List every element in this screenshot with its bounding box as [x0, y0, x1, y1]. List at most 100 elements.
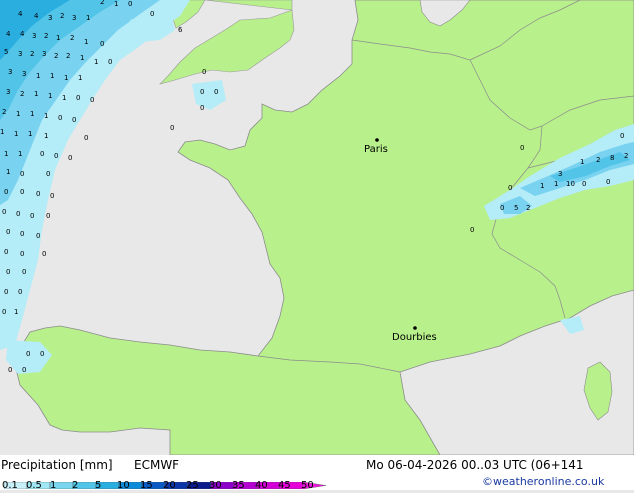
model-name: ECMWF: [134, 458, 180, 472]
svg-text:3: 3: [72, 14, 76, 22]
svg-text:1: 1: [540, 182, 544, 190]
svg-text:3: 3: [48, 14, 52, 22]
svg-text:2: 2: [596, 156, 600, 164]
svg-text:0: 0: [200, 104, 204, 112]
svg-text:0: 0: [4, 288, 8, 296]
legend-tick: 15: [140, 480, 153, 491]
svg-text:0: 0: [16, 210, 20, 218]
legend-tick: 40: [255, 480, 268, 491]
svg-text:0: 0: [582, 180, 586, 188]
svg-text:0: 0: [4, 188, 8, 196]
svg-text:0: 0: [58, 114, 62, 122]
svg-text:0: 0: [22, 268, 26, 276]
svg-text:0: 0: [22, 366, 26, 374]
svg-text:0: 0: [46, 212, 50, 220]
svg-text:2: 2: [624, 152, 628, 160]
svg-text:0: 0: [30, 212, 34, 220]
svg-text:0: 0: [8, 366, 12, 374]
legend-tick: 45: [278, 480, 291, 491]
svg-text:1: 1: [14, 308, 18, 316]
svg-text:Dourbies: Dourbies: [392, 332, 437, 343]
svg-text:0: 0: [36, 232, 40, 240]
svg-text:0: 0: [520, 144, 524, 152]
svg-text:4: 4: [18, 10, 23, 18]
svg-text:0: 0: [470, 226, 474, 234]
svg-text:0: 0: [100, 40, 104, 48]
svg-text:1: 1: [48, 92, 52, 100]
svg-text:3: 3: [22, 70, 26, 78]
svg-text:1: 1: [0, 128, 4, 136]
legend-tick: 30: [209, 480, 222, 491]
legend-tick: 25: [186, 480, 199, 491]
svg-text:1: 1: [44, 132, 48, 140]
legend-tick: 5: [95, 480, 102, 491]
svg-text:10: 10: [566, 180, 575, 188]
svg-text:2: 2: [60, 12, 64, 20]
svg-text:Paris: Paris: [364, 144, 388, 155]
svg-text:1: 1: [18, 150, 22, 158]
svg-text:0: 0: [36, 190, 40, 198]
svg-text:1: 1: [114, 0, 118, 8]
svg-text:2: 2: [44, 32, 48, 40]
svg-text:1: 1: [554, 180, 558, 188]
svg-text:1: 1: [16, 110, 20, 118]
legend-title: Precipitation [mm]: [1, 458, 113, 472]
credit-link[interactable]: ©weatheronline.co.uk: [482, 475, 604, 488]
svg-text:0: 0: [20, 250, 24, 258]
svg-text:0: 0: [108, 58, 112, 66]
svg-text:0: 0: [4, 248, 8, 256]
svg-text:4: 4: [20, 30, 25, 38]
legend-tick: 0.5: [26, 480, 42, 491]
svg-text:5: 5: [4, 48, 8, 56]
svg-text:2: 2: [20, 90, 24, 98]
svg-text:0: 0: [42, 250, 46, 258]
svg-text:0: 0: [214, 88, 218, 96]
svg-text:1: 1: [36, 72, 40, 80]
svg-text:0: 0: [508, 184, 512, 192]
svg-text:0: 0: [18, 288, 22, 296]
svg-text:3: 3: [32, 32, 36, 40]
svg-text:1: 1: [86, 14, 90, 22]
svg-text:0: 0: [40, 350, 44, 358]
svg-text:2: 2: [2, 108, 6, 116]
svg-text:1: 1: [94, 58, 98, 66]
legend-tick: 20: [163, 480, 176, 491]
svg-text:0: 0: [20, 188, 24, 196]
svg-text:0: 0: [500, 204, 504, 212]
svg-text:0: 0: [84, 134, 88, 142]
legend-tick: 10: [117, 480, 130, 491]
svg-text:0: 0: [6, 268, 10, 276]
svg-text:2: 2: [526, 204, 530, 212]
svg-text:0: 0: [68, 154, 72, 162]
svg-text:0: 0: [170, 124, 174, 132]
svg-text:0: 0: [40, 150, 44, 158]
svg-text:0: 0: [202, 68, 206, 76]
svg-text:1: 1: [56, 34, 60, 42]
svg-text:0: 0: [620, 132, 624, 140]
svg-text:2: 2: [54, 52, 58, 60]
svg-text:1: 1: [62, 94, 66, 102]
svg-text:0: 0: [50, 192, 54, 200]
legend-tick: 50: [301, 480, 314, 491]
svg-text:2: 2: [30, 50, 34, 58]
svg-text:0: 0: [46, 170, 50, 178]
svg-text:1: 1: [6, 168, 10, 176]
svg-text:1: 1: [64, 74, 68, 82]
svg-text:0: 0: [2, 208, 6, 216]
legend-tick: 1: [50, 480, 57, 491]
svg-text:3: 3: [18, 50, 22, 58]
legend-tick: 2: [72, 480, 79, 491]
svg-text:0: 0: [150, 10, 154, 18]
svg-text:0: 0: [606, 178, 610, 186]
svg-text:3: 3: [8, 68, 12, 76]
legend-tick: 0.1: [2, 480, 18, 491]
svg-text:4: 4: [6, 30, 11, 38]
svg-text:1: 1: [44, 112, 48, 120]
svg-text:3: 3: [42, 50, 46, 58]
svg-text:1: 1: [30, 110, 34, 118]
svg-text:0: 0: [128, 0, 132, 8]
svg-text:1: 1: [580, 158, 584, 166]
svg-text:1: 1: [84, 38, 88, 46]
svg-text:0: 0: [72, 116, 76, 124]
svg-text:1: 1: [50, 72, 54, 80]
